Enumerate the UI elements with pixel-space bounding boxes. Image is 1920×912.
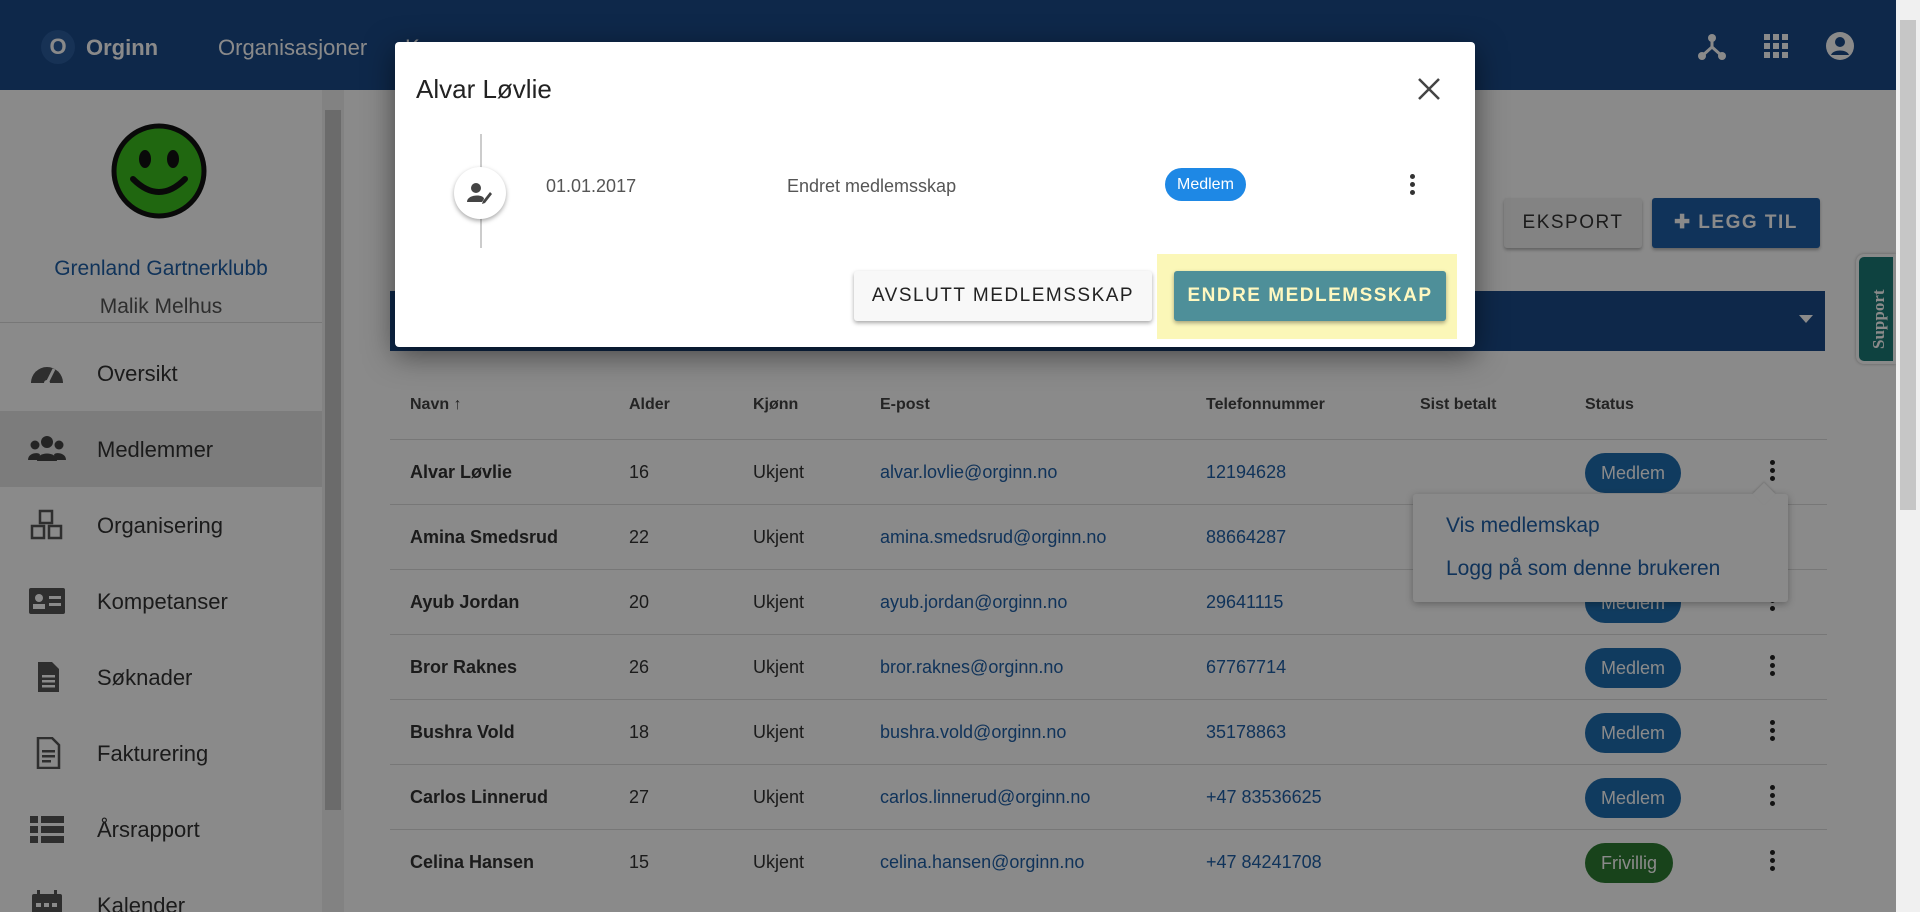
membership-dialog: Alvar Løvlie 01.01.2017 Endret medlemssk… — [395, 42, 1475, 347]
end-membership-button[interactable]: AVSLUTT MEDLEMSSKAP — [854, 271, 1152, 321]
status-badge: Medlem — [1165, 168, 1246, 201]
close-icon[interactable] — [1416, 76, 1442, 102]
timeline-description: Endret medlemsskap — [787, 176, 957, 196]
timeline-date: 01.01.2017 — [546, 176, 637, 196]
change-membership-button[interactable]: ENDRE MEDLEMSSKAP — [1174, 271, 1446, 321]
dialog-title: Alvar Løvlie — [416, 74, 552, 104]
more-vert-icon[interactable] — [1407, 174, 1417, 198]
page-scrollbar[interactable] — [1896, 0, 1920, 912]
user-edit-icon — [467, 183, 492, 204]
timeline-marker — [454, 167, 506, 219]
